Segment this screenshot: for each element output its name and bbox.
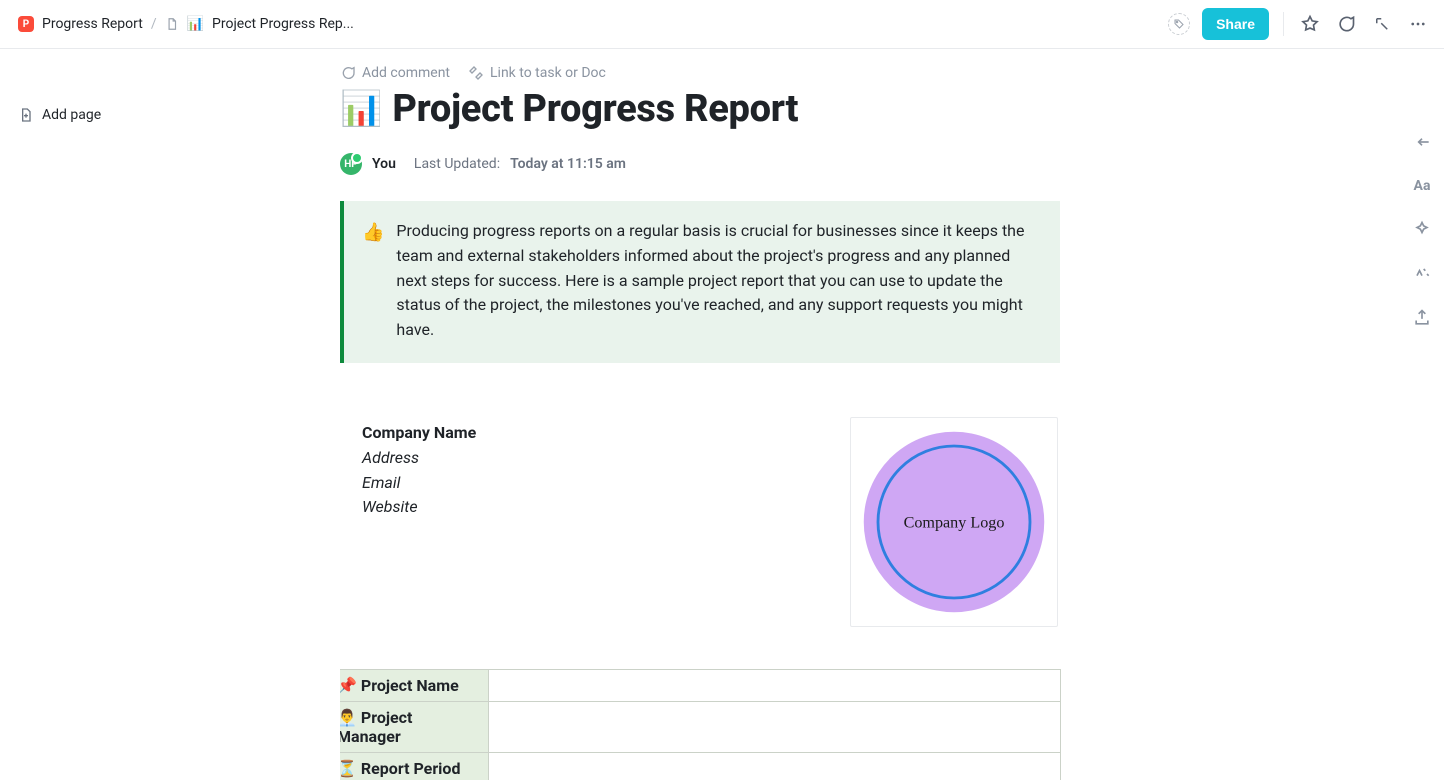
bar-chart-icon: 📊	[187, 16, 204, 32]
company-email: Email	[362, 471, 818, 496]
breadcrumb-current[interactable]: Project Progress Rep...	[212, 16, 354, 32]
right-rail: Aa	[1400, 49, 1444, 780]
add-comment-label: Add comment	[362, 65, 450, 81]
more-icon[interactable]	[1406, 12, 1430, 36]
company-section: Company Name Address Email Website Compa…	[340, 417, 1060, 627]
table-row: ⏳ Report Period	[340, 752, 1061, 780]
last-updated-label: Last Updated:	[414, 156, 500, 172]
star-icon[interactable]	[1298, 12, 1322, 36]
company-logo[interactable]: Company Logo	[850, 417, 1058, 627]
breadcrumb-root[interactable]: Progress Report	[42, 16, 143, 32]
table-value[interactable]	[489, 752, 1061, 780]
logo-image: Company Logo	[859, 427, 1049, 617]
share-button[interactable]: Share	[1202, 8, 1269, 40]
top-actions: Share	[1168, 8, 1430, 40]
table-value[interactable]	[489, 701, 1061, 752]
tag-picker[interactable]	[1168, 13, 1190, 35]
table-row: 👨‍💼 Project Manager	[340, 701, 1061, 752]
table-key[interactable]: 👨‍💼 Project Manager	[340, 701, 489, 752]
page-title[interactable]: Project Progress Report	[392, 87, 798, 131]
sparkle-icon[interactable]	[1411, 263, 1433, 285]
comments-icon[interactable]	[1334, 12, 1358, 36]
table-key[interactable]: 📌 Project Name	[340, 669, 489, 701]
breadcrumb-separator: /	[151, 16, 157, 32]
export-icon[interactable]	[1411, 307, 1433, 329]
topbar: P Progress Report / 📊 Project Progress R…	[0, 0, 1444, 49]
company-info[interactable]: Company Name Address Email Website	[340, 417, 818, 520]
outdent-icon[interactable]	[1411, 131, 1433, 153]
left-sidebar: Add page	[0, 49, 340, 780]
comment-icon	[340, 65, 356, 81]
callout-block[interactable]: 👍 Producing progress reports on a regula…	[340, 201, 1060, 363]
add-page-icon	[18, 107, 34, 123]
author-name: You	[372, 156, 396, 172]
link-icon	[468, 65, 484, 81]
table-value[interactable]	[489, 669, 1061, 701]
main: Add page Add comment Link to task or Doc	[0, 49, 1444, 780]
link-task-button[interactable]: Link to task or Doc	[468, 65, 606, 81]
add-comment-button[interactable]: Add comment	[340, 65, 450, 81]
callout-text: Producing progress reports on a regular …	[396, 219, 1040, 343]
project-meta-table[interactable]: 📌 Project Name👨‍💼 Project Manager⏳ Repor…	[340, 669, 1061, 780]
link-task-label: Link to task or Doc	[490, 65, 606, 81]
add-page-label: Add page	[42, 107, 101, 123]
doc-mini-actions: Add comment Link to task or Doc	[340, 65, 1060, 81]
add-page-button[interactable]: Add page	[18, 107, 340, 123]
company-name: Company Name	[362, 421, 818, 446]
document-icon	[165, 17, 179, 31]
table-row: 📌 Project Name	[340, 669, 1061, 701]
company-website: Website	[362, 495, 818, 520]
typography-icon[interactable]: Aa	[1411, 175, 1433, 197]
collapse-icon[interactable]	[1370, 12, 1394, 36]
svg-text:Company Logo: Company Logo	[904, 515, 1005, 532]
breadcrumb: P Progress Report / 📊 Project Progress R…	[18, 16, 354, 32]
bar-chart-icon[interactable]: 📊	[340, 92, 382, 126]
document: Add comment Link to task or Doc 📊 Projec…	[340, 49, 1400, 780]
last-updated-value: Today at 11:15 am	[510, 156, 626, 172]
thumbs-up-icon: 👍	[362, 219, 384, 343]
avatar[interactable]: HP	[340, 153, 362, 175]
divider	[1283, 12, 1284, 36]
table-key[interactable]: ⏳ Report Period	[340, 752, 489, 780]
ai-icon[interactable]	[1411, 219, 1433, 241]
company-address: Address	[362, 446, 818, 471]
doc-meta: HP You Last Updated: Today at 11:15 am	[340, 153, 1060, 175]
workspace-badge[interactable]: P	[18, 16, 34, 32]
doc-title-row: 📊 Project Progress Report	[340, 87, 1060, 131]
